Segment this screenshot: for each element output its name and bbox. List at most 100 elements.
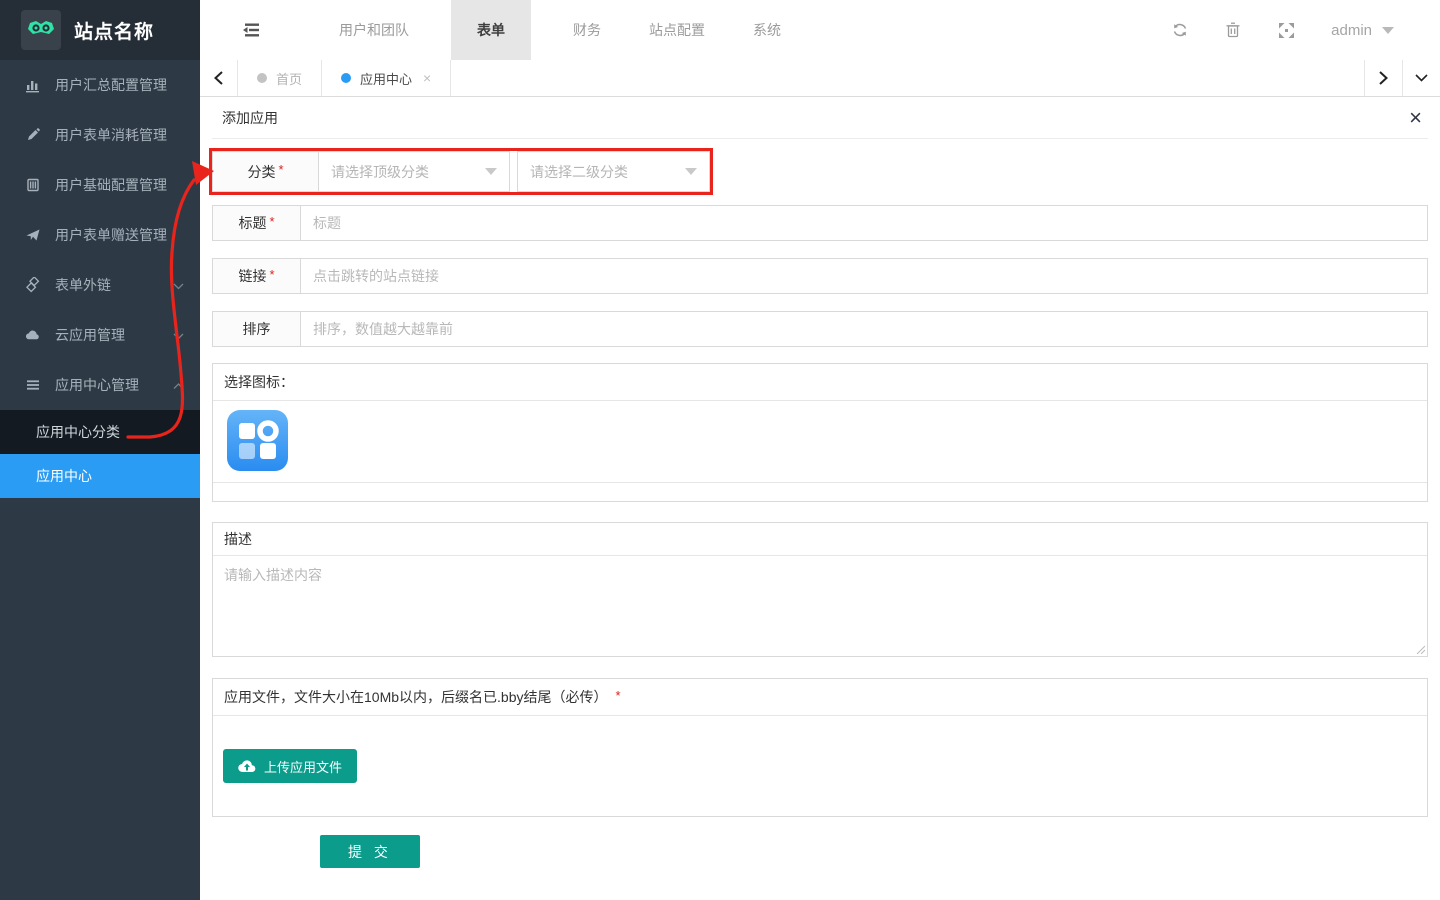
sidebar-item-user-form-consume[interactable]: 用户表单消耗管理 (0, 110, 200, 160)
nav-item-forms[interactable]: 表单 (451, 0, 531, 60)
sidebar-subitem-label: 应用中心 (36, 466, 92, 486)
icon-section-title: 选择图标： (213, 364, 1427, 401)
sidebar-subitem-label: 应用中心分类 (36, 422, 120, 442)
link-field-row: 链接* (212, 258, 1428, 294)
select-caret-icon (485, 168, 497, 175)
description-body (213, 556, 1427, 656)
menu-lines-icon (25, 377, 41, 393)
book-icon (25, 177, 41, 193)
bar-chart-icon (25, 77, 41, 93)
sidebar-item-cloud-app-manage[interactable]: 云应用管理 (0, 310, 200, 360)
sidebar-item-label: 用户汇总配置管理 (55, 75, 167, 95)
required-mark: * (278, 162, 283, 177)
category-row: 分类* 请选择顶级分类 请选择二级分类 (212, 151, 710, 192)
app-root: 站点名称 用户汇总配置管理 用户表单消耗管理 用户基础配置管理 用户表单赠送管理 (0, 0, 1440, 900)
sidebar-item-label: 云应用管理 (55, 325, 125, 345)
title-input[interactable] (301, 206, 1427, 240)
sidebar-item-label: 表单外链 (55, 275, 111, 295)
annotation-red-box: 分类* 请选择顶级分类 请选择二级分类 (209, 148, 713, 195)
app-file-section: 应用文件，文件大小在10Mb以内，后缀名已.bby结尾（必传） * 上传应用文件 (212, 678, 1428, 817)
select-caret-icon (685, 168, 697, 175)
description-section: 描述 (212, 522, 1428, 657)
refresh-icon[interactable] (1172, 22, 1188, 38)
sidebar-item-label: 用户基础配置管理 (55, 175, 167, 195)
tab-label: 首页 (276, 69, 302, 88)
top-category-select[interactable]: 请选择顶级分类 (319, 152, 509, 191)
link-input[interactable] (301, 259, 1427, 293)
tab-close-icon[interactable]: × (423, 70, 431, 86)
link-label: 链接* (213, 259, 301, 293)
user-menu[interactable]: admin (1331, 22, 1394, 39)
owl-logo-icon (21, 10, 61, 50)
send-icon (25, 227, 41, 243)
chevron-down-icon (173, 277, 184, 293)
icon-section: 选择图标： (212, 363, 1428, 502)
top-navbar: 用户和团队 表单 财务 站点配置 系统 admin (200, 0, 1440, 60)
tab-home[interactable]: 首页 (238, 60, 322, 96)
link-diamond-icon (25, 277, 41, 293)
form-panel: 添加应用 × 分类* 请选择顶级分类 (200, 97, 1440, 900)
category-label: 分类* (213, 152, 319, 191)
required-mark: * (269, 267, 274, 282)
sort-field-row: 排序 (212, 311, 1428, 347)
username-label: admin (1331, 22, 1372, 39)
site-name: 站点名称 (74, 17, 154, 44)
sidebar-subitem-app-center-category[interactable]: 应用中心分类 (0, 410, 200, 454)
sidebar-subitem-app-center[interactable]: 应用中心 (0, 454, 200, 498)
icon-section-footer (213, 482, 1427, 501)
tab-bar: 首页 应用中心 × (200, 60, 1440, 97)
sidebar-item-label: 应用中心管理 (55, 375, 139, 395)
sidebar-item-app-center-manage[interactable]: 应用中心管理 (0, 360, 200, 410)
trash-icon[interactable] (1225, 22, 1241, 38)
chevron-down-icon (173, 327, 184, 343)
nav-item-site-config[interactable]: 站点配置 (625, 0, 729, 60)
tabbar-spacer (451, 60, 1364, 96)
chevron-up-icon (173, 377, 184, 393)
sidebar-item-user-summary-config[interactable]: 用户汇总配置管理 (0, 60, 200, 110)
app-file-body: 上传应用文件 (213, 716, 1427, 816)
nav-item-system[interactable]: 系统 (729, 0, 805, 60)
sidebar-item-label: 用户表单赠送管理 (55, 225, 167, 245)
menu-fold-icon[interactable] (243, 0, 261, 60)
spacer (510, 151, 517, 192)
sidebar-item-user-base-config[interactable]: 用户基础配置管理 (0, 160, 200, 210)
caret-down-icon (1382, 27, 1394, 34)
app-grid-icon[interactable] (227, 410, 288, 471)
title-field-row: 标题* (212, 205, 1428, 241)
nav-item-finance[interactable]: 财务 (549, 0, 625, 60)
sidebar-item-label: 用户表单消耗管理 (55, 125, 167, 145)
sidebar-item-user-form-gift[interactable]: 用户表单赠送管理 (0, 210, 200, 260)
required-mark: * (269, 214, 274, 229)
cloud-icon (25, 327, 41, 343)
submit-button[interactable]: 提 交 (320, 835, 420, 868)
required-mark: * (615, 688, 620, 703)
tab-status-dot (257, 73, 267, 83)
sort-input[interactable] (301, 312, 1427, 346)
tab-label: 应用中心 (360, 69, 412, 88)
select-placeholder: 请选择二级分类 (530, 162, 628, 182)
sidebar-item-form-external-link[interactable]: 表单外链 (0, 260, 200, 310)
sidebar-header: 站点名称 (0, 0, 200, 60)
fullscreen-icon[interactable] (1278, 22, 1294, 38)
topbar-right: admin (1172, 0, 1394, 60)
tabs-menu-button[interactable] (1402, 60, 1440, 96)
select-placeholder: 请选择顶级分类 (331, 162, 429, 182)
sidebar: 站点名称 用户汇总配置管理 用户表单消耗管理 用户基础配置管理 用户表单赠送管理 (0, 0, 200, 900)
category-group: 分类* 请选择顶级分类 (212, 151, 510, 192)
app-file-title: 应用文件，文件大小在10Mb以内，后缀名已.bby结尾（必传） * (213, 679, 1427, 716)
upload-app-file-button[interactable]: 上传应用文件 (223, 749, 357, 783)
sort-label: 排序 (213, 312, 301, 346)
tab-app-center[interactable]: 应用中心 × (322, 60, 451, 96)
second-category-select[interactable]: 请选择二级分类 (517, 151, 710, 192)
upload-button-label: 上传应用文件 (264, 757, 342, 776)
nav-item-users-teams[interactable]: 用户和团队 (315, 0, 433, 60)
description-textarea[interactable] (213, 556, 1427, 656)
title-label: 标题* (213, 206, 301, 240)
tabs-scroll-right-button[interactable] (1364, 60, 1402, 96)
tabs-scroll-left-button[interactable] (200, 60, 238, 96)
top-nav-items: 用户和团队 表单 财务 站点配置 系统 (315, 0, 805, 60)
page-title: 添加应用 (222, 108, 278, 128)
description-title: 描述 (213, 523, 1427, 556)
close-icon[interactable]: × (1409, 107, 1422, 129)
tab-status-dot (341, 73, 351, 83)
